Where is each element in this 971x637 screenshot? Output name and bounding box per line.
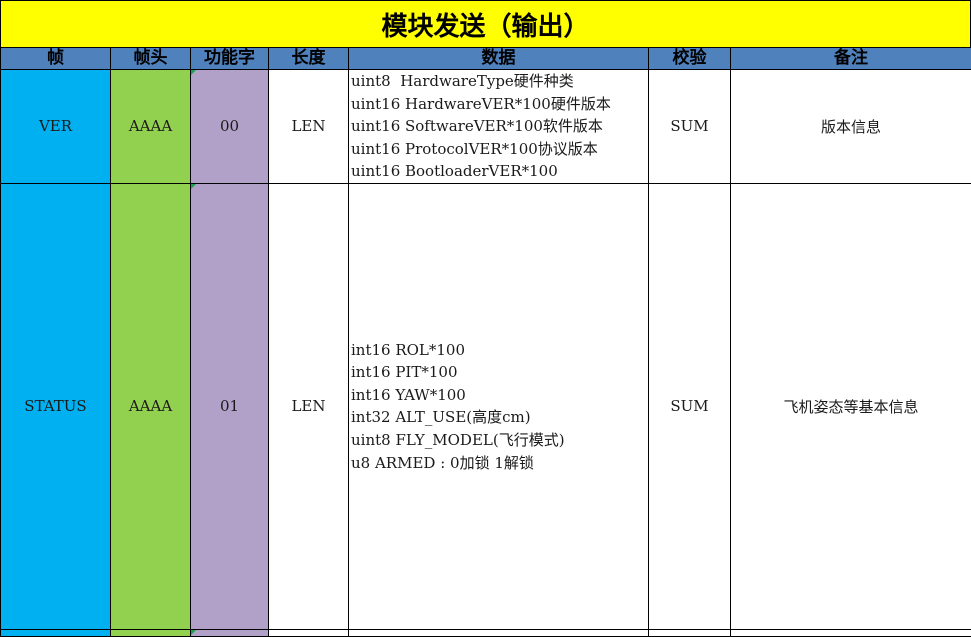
data-line: uint8 FLY_MODEL(飞行模式) (351, 429, 648, 452)
table-row (1, 629, 971, 636)
data-line: uint8 HardwareType硬件种类 (351, 70, 648, 93)
cell-data[interactable]: int16 ROL*100 int16 PIT*100 int16 YAW*10… (349, 183, 649, 629)
data-line: int16 YAW*100 (351, 384, 648, 407)
cell-remark[interactable]: 飞机姿态等基本信息 (731, 183, 971, 629)
cell-length[interactable] (269, 629, 349, 636)
data-line: uint16 ProtocolVER*100协议版本 (351, 138, 648, 161)
data-line: int16 PIT*100 (351, 361, 648, 384)
cell-checksum[interactable]: SUM (649, 70, 731, 184)
cell-function-word[interactable]: 00 (191, 70, 269, 184)
sheet-title: 模块发送（输出） (0, 0, 971, 48)
protocol-table: 帧 帧头 功能字 长度 数据 校验 备注 VER AAAA 00 LEN uin… (0, 47, 971, 637)
cell-length[interactable]: LEN (269, 70, 349, 184)
data-line: uint16 SoftwareVER*100软件版本 (351, 115, 648, 138)
header-frame[interactable]: 帧 (1, 48, 111, 70)
cell-frame[interactable] (1, 629, 111, 636)
cell-frame[interactable]: STATUS (1, 183, 111, 629)
cell-frame[interactable]: VER (1, 70, 111, 184)
data-line: int16 ROL*100 (351, 339, 648, 362)
table-row: VER AAAA 00 LEN uint8 HardwareType硬件种类 u… (1, 70, 971, 184)
header-frame-head[interactable]: 帧头 (111, 48, 191, 70)
cell-function-word[interactable] (191, 629, 269, 636)
header-remark[interactable]: 备注 (731, 48, 971, 70)
header-function-word[interactable]: 功能字 (191, 48, 269, 70)
data-line: uint16 BootloaderVER*100 (351, 160, 648, 183)
cell-checksum[interactable]: SUM (649, 183, 731, 629)
cell-remark[interactable]: 版本信息 (731, 70, 971, 184)
header-row: 帧 帧头 功能字 长度 数据 校验 备注 (1, 48, 971, 70)
table-row: STATUS AAAA 01 LEN int16 ROL*100 int16 P… (1, 183, 971, 629)
spreadsheet: 模块发送（输出） 帧 帧头 功能字 长度 数据 校验 备注 VER (0, 0, 971, 632)
header-length[interactable]: 长度 (269, 48, 349, 70)
cell-checksum[interactable] (649, 629, 731, 636)
data-line: u8 ARMED : 0加锁 1解锁 (351, 452, 648, 475)
cell-length[interactable]: LEN (269, 183, 349, 629)
header-data[interactable]: 数据 (349, 48, 649, 70)
cell-frame-head[interactable]: AAAA (111, 183, 191, 629)
header-checksum[interactable]: 校验 (649, 48, 731, 70)
cell-remark[interactable] (731, 629, 971, 636)
cell-function-word[interactable]: 01 (191, 183, 269, 629)
cell-data[interactable] (349, 629, 649, 636)
cell-data[interactable]: uint8 HardwareType硬件种类 uint16 HardwareVE… (349, 70, 649, 184)
cell-frame-head[interactable] (111, 629, 191, 636)
cell-frame-head[interactable]: AAAA (111, 70, 191, 184)
data-line: uint16 HardwareVER*100硬件版本 (351, 93, 648, 116)
data-line: int32 ALT_USE(高度cm) (351, 406, 648, 429)
